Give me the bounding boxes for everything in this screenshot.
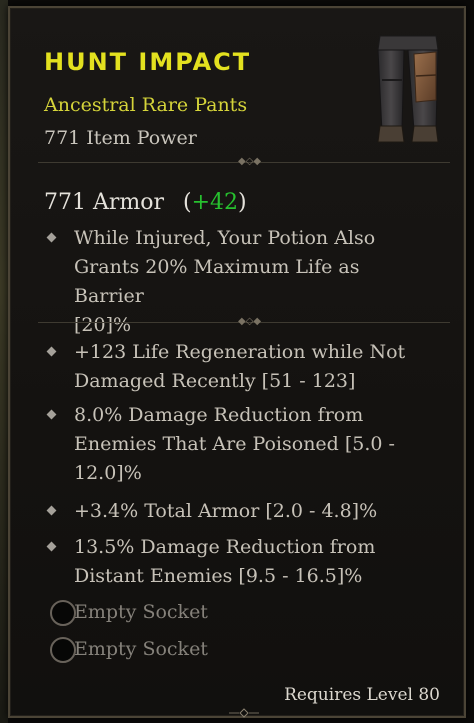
section-divider: ◆◇◆ <box>38 317 450 327</box>
empty-socket-icon <box>50 637 76 663</box>
affix-text: 8.0% Damage Reduction from Enemies That … <box>74 404 395 484</box>
diamond-bullet-icon <box>46 409 57 420</box>
level-requirement: Requires Level 80 <box>284 685 440 705</box>
armor-open-paren: ( <box>183 190 192 215</box>
diamond-bullet-icon <box>46 541 57 552</box>
ornament-divider-icon: ◆◇◆ <box>238 316 262 327</box>
diamond-bullet-icon <box>46 505 57 516</box>
armor-value: 771 Armor <box>44 190 165 215</box>
ornament-divider-icon: ◆◇◆ <box>238 156 262 167</box>
item-type: Ancestral Rare Pants <box>44 94 248 116</box>
item-tooltip: HUNT IMPACT Ancestral Rare Pants 771 Ite… <box>8 6 466 718</box>
diamond-bullet-icon <box>46 232 57 243</box>
diamond-bullet-icon <box>46 346 57 357</box>
background-window-edge <box>0 0 8 723</box>
armor-bonus: +42 <box>191 190 239 215</box>
item-power: 771 Item Power <box>44 127 197 149</box>
affix-text: +123 Life Regeneration while Not Damaged… <box>74 341 406 392</box>
item-name: HUNT IMPACT <box>44 48 252 76</box>
socket-label: Empty Socket <box>74 601 208 623</box>
section-divider: ◆◇◆ <box>38 157 450 167</box>
empty-socket-icon <box>50 600 76 626</box>
pants-icon <box>377 35 439 143</box>
armor-stat: 771 Armor (+42) <box>44 190 247 215</box>
affix-text: +3.4% Total Armor [2.0 - 4.8]% <box>74 500 378 522</box>
ornament-divider-icon <box>229 708 259 718</box>
socket-label: Empty Socket <box>74 638 208 660</box>
armor-close-paren: ) <box>238 190 247 215</box>
affix-text: 13.5% Damage Reduction from Distant Enem… <box>74 536 376 587</box>
